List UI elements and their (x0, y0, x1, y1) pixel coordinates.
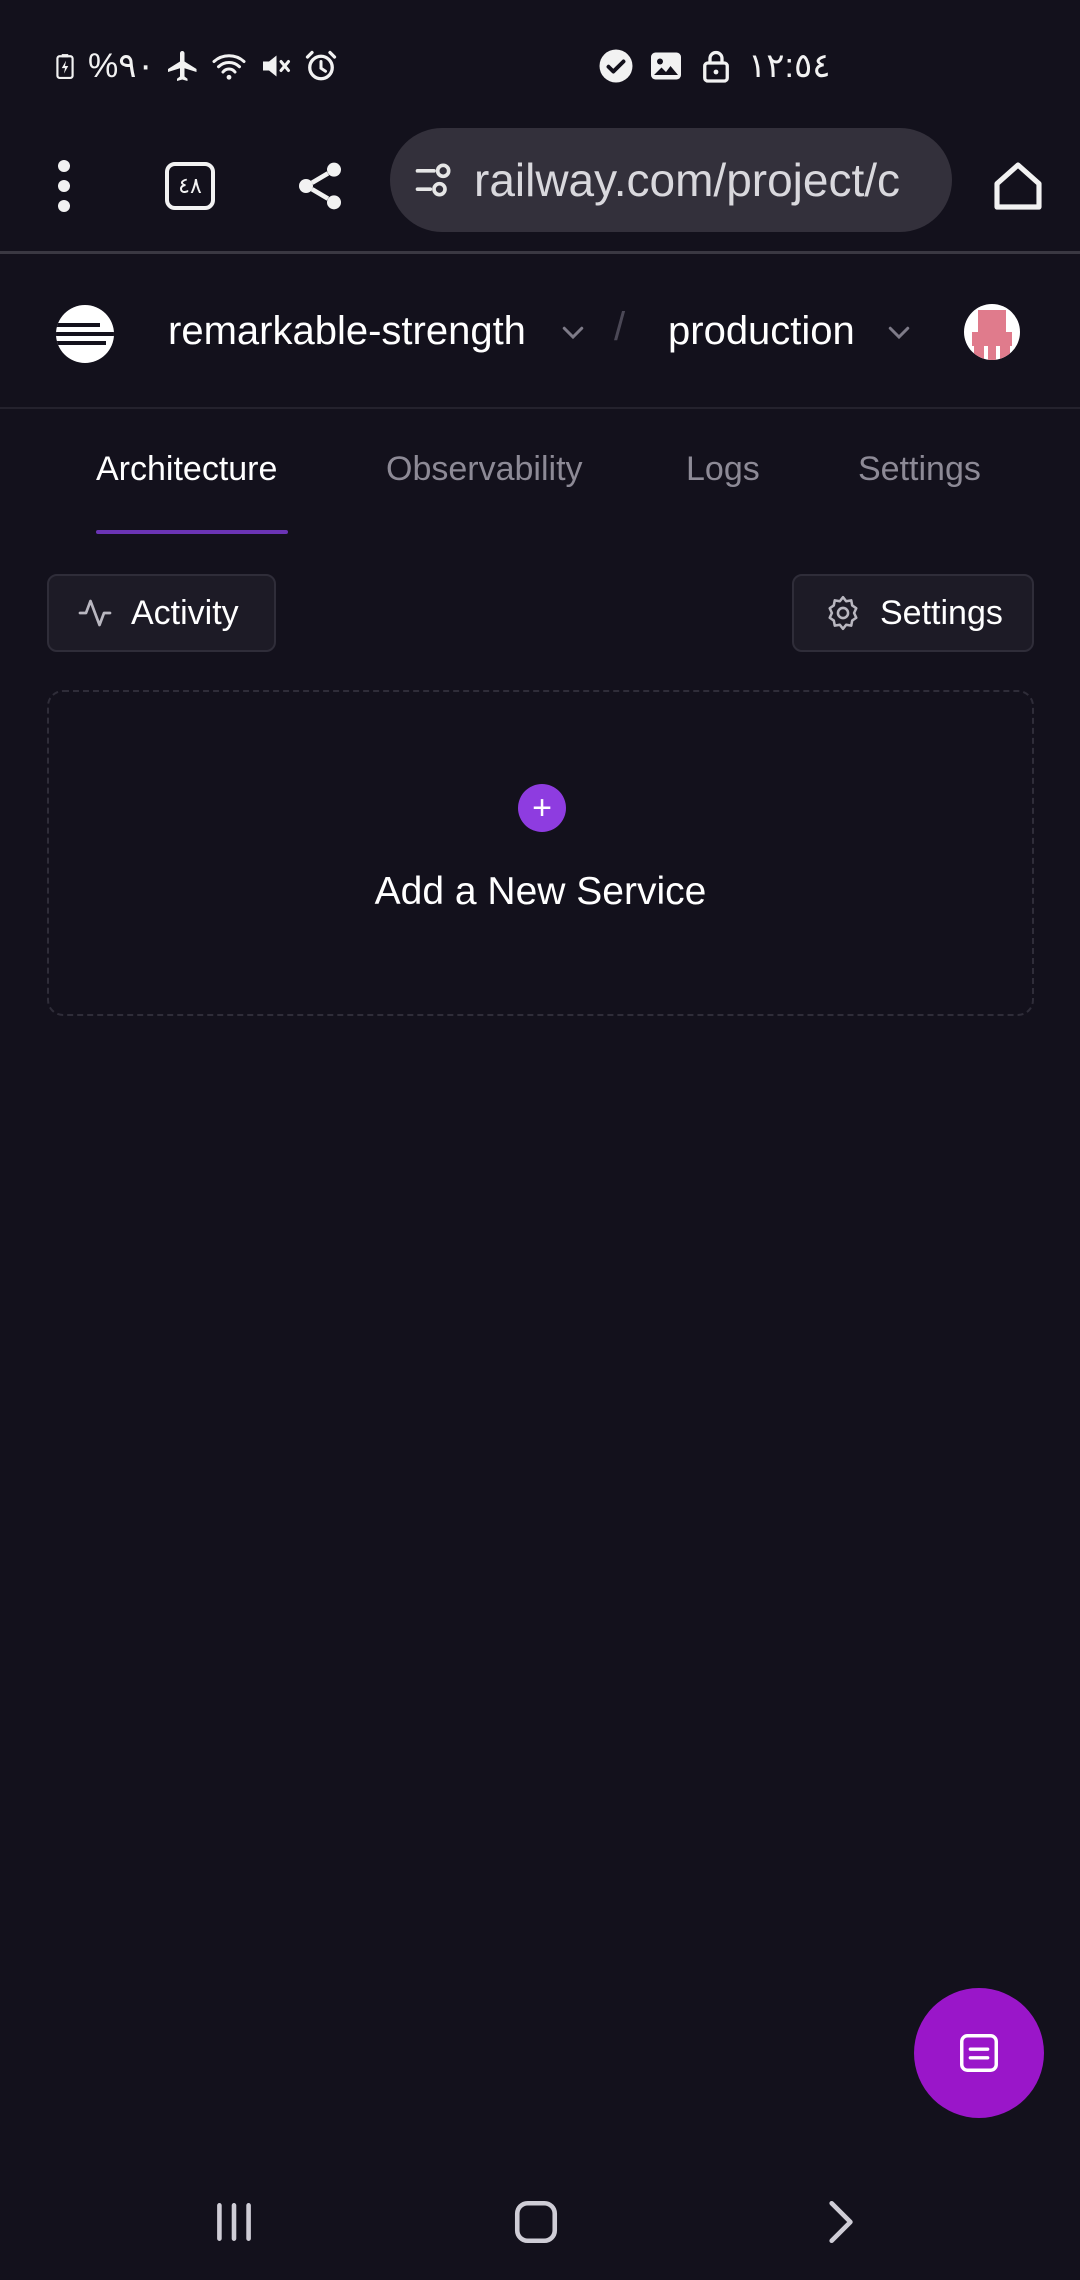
system-nav-bar (0, 2160, 1080, 2280)
project-name[interactable]: remarkable-strength (168, 309, 526, 354)
tab-observability[interactable]: Observability (386, 450, 583, 489)
browser-menu-button[interactable] (26, 148, 102, 224)
project-header: remarkable-strength / production (0, 257, 1080, 409)
add-service-card[interactable]: + Add a New Service (47, 690, 1034, 1016)
project-tabs: Architecture Observability Logs Settings (0, 410, 1080, 540)
chevron-down-icon[interactable] (884, 317, 914, 347)
back-nav-button[interactable] (800, 2182, 880, 2262)
settings-label: Settings (880, 593, 1003, 632)
battery-charging-icon (56, 54, 74, 79)
address-bar[interactable]: railway.com/project/c (390, 128, 952, 232)
activity-button[interactable]: Activity (47, 574, 276, 652)
battery-percent: %٩٠ (88, 47, 155, 85)
document-icon (960, 2034, 998, 2072)
tabs-button[interactable]: ٤٨ (152, 148, 228, 224)
share-icon (299, 162, 341, 210)
settings-button[interactable]: Settings (792, 574, 1034, 652)
browser-toolbar: ٤٨ railway.com/project/c (0, 118, 1080, 254)
url-text: railway.com/project/c (474, 154, 901, 206)
status-bar: %٩٠ ١٢:٥٤ (0, 0, 1080, 118)
home-nav-button[interactable] (496, 2182, 576, 2262)
airplane-icon (167, 51, 197, 81)
status-left: %٩٠ (52, 44, 339, 88)
clock-time: ١٢:٥٤ (748, 47, 831, 85)
status-center: ١٢:٥٤ (598, 44, 831, 88)
chevron-right-icon (829, 2200, 853, 2244)
image-icon (651, 52, 681, 80)
alarm-icon (305, 50, 336, 81)
chevron-down-icon[interactable] (558, 317, 588, 347)
home-icon (994, 162, 1042, 210)
environment-name[interactable]: production (668, 309, 855, 354)
gear-icon (828, 595, 858, 631)
tab-count: ٤٨ (178, 173, 202, 198)
recent-apps-icon (217, 2203, 251, 2241)
railway-logo[interactable] (56, 305, 114, 363)
tab-settings[interactable]: Settings (858, 450, 981, 489)
lock-icon (703, 50, 729, 83)
railway-logo-icon (56, 323, 114, 345)
breadcrumb-separator: / (614, 305, 626, 349)
check-circle-icon (599, 49, 633, 83)
more-vertical-icon (58, 160, 70, 212)
add-service-label: Add a New Service (374, 870, 707, 913)
home-button[interactable] (980, 148, 1056, 224)
avatar-icon (972, 310, 1012, 360)
share-button[interactable] (282, 148, 358, 224)
tab-architecture[interactable]: Architecture (96, 450, 277, 489)
plus-icon: + (518, 784, 566, 832)
recent-apps-button[interactable] (194, 2182, 274, 2262)
home-square-icon (514, 2200, 558, 2244)
mute-icon (262, 55, 290, 77)
active-tab-indicator (96, 530, 288, 534)
activity-icon (78, 599, 112, 627)
plus-symbol: + (532, 789, 552, 827)
wifi-icon (212, 54, 246, 80)
avatar[interactable] (964, 304, 1020, 360)
activity-label: Activity (131, 593, 239, 632)
tabs-icon: ٤٨ (165, 162, 215, 210)
tab-logs[interactable]: Logs (686, 450, 760, 489)
site-settings-icon (415, 163, 451, 197)
feedback-fab-button[interactable] (914, 1988, 1044, 2118)
